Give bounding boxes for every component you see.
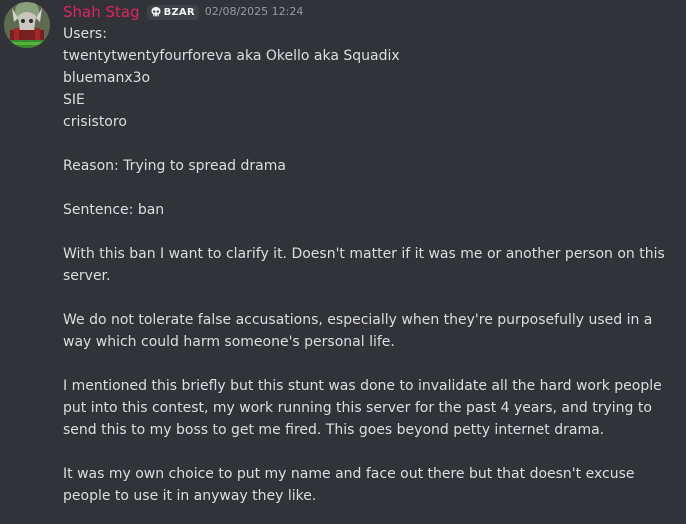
user-name: SIE: [63, 92, 85, 108]
user-name: crisistoro: [63, 114, 127, 130]
message-paragraph: With this ban I want to clarify it. Does…: [63, 246, 665, 284]
users-heading: Users:: [63, 26, 107, 42]
message-header: Shah Stag BZAR 02/08/2025 12:24: [63, 2, 303, 22]
timestamp[interactable]: 02/08/2025 12:24: [205, 2, 304, 22]
skull-icon: [150, 6, 162, 18]
chat-message: Shah Stag BZAR 02/08/2025 12:24 Users: t…: [0, 0, 686, 524]
server-tag-label: BZAR: [163, 6, 195, 18]
message-content: Users: twentytwentyfourforeva aka Okello…: [63, 23, 679, 507]
reason-text: Reason: Trying to spread drama: [63, 158, 286, 174]
message-paragraph: We do not tolerate false accusations, es…: [63, 312, 653, 350]
sentence-text: Sentence: ban: [63, 202, 165, 218]
avatar[interactable]: [4, 2, 50, 48]
user-name: twentytwentyfourforeva aka Okello aka Sq…: [63, 48, 400, 64]
avatar-image: [4, 2, 50, 48]
message-paragraph: It was my own choice to put my name and …: [63, 466, 635, 504]
message-paragraph: I mentioned this briefly but this stunt …: [63, 378, 662, 438]
username[interactable]: Shah Stag: [63, 2, 140, 22]
user-name: bluemanx3o: [63, 70, 151, 86]
server-tag[interactable]: BZAR: [146, 4, 199, 20]
